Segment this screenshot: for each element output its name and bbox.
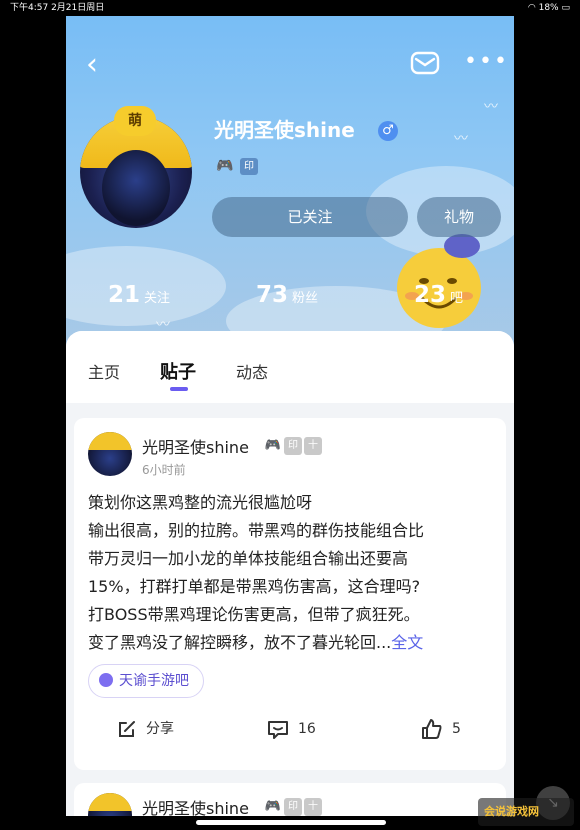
chevron-left-icon: ‹ xyxy=(86,47,98,82)
share-button[interactable]: 分享 xyxy=(116,718,174,748)
forum-planet-icon xyxy=(99,672,113,687)
post-body[interactable]: 输出很高，别的拉胯。带黑鸡的群伤技能组合比 带万灵归一加小龙的单体技能组合输出还… xyxy=(88,517,498,657)
share-icon xyxy=(119,721,135,737)
stat-value: 73 xyxy=(256,282,289,308)
share-label: 分享 xyxy=(146,721,174,737)
like-count: 5 xyxy=(452,721,461,737)
comment-button[interactable]: 16 xyxy=(266,718,316,748)
stat-label: 粉丝 xyxy=(292,291,319,306)
post-body-line: 输出很高，别的拉胯。带黑鸡的群伤技能组合比 xyxy=(88,521,425,540)
active-tab-indicator xyxy=(170,387,188,391)
stat-label: 关注 xyxy=(144,291,171,306)
post-card[interactable]: 光明圣使shine 🎮印十 01-11 xyxy=(74,783,506,816)
watermark-logo: 会说游戏网 xyxy=(478,798,574,826)
stat-forums[interactable]: 23 吧 xyxy=(414,282,463,308)
battery-icon: ▭ xyxy=(561,3,570,13)
tab-home[interactable]: 主页 xyxy=(88,359,120,383)
wifi-icon: ◠ xyxy=(527,3,539,13)
post-title[interactable]: 策划你这黑鸡整的流光很尴尬呀 xyxy=(88,489,312,517)
gamepad-badge-icon: 🎮 xyxy=(216,158,234,174)
forum-tag[interactable]: 天谕手游吧 xyxy=(88,664,204,698)
status-time: 下午4:57 2月21日周日 xyxy=(10,3,105,13)
post-body-line-last: 变了黑鸡没了解控瞬移，放不了暮光轮回...全文 xyxy=(88,629,498,657)
post-card[interactable]: 光明圣使shine 🎮 印十 6小时前 策划你这黑鸡整的流光很尴尬呀 输出很高，别… xyxy=(74,418,506,770)
comment-icon xyxy=(268,721,288,739)
content-panel: 主页 贴子 动态 光明圣使shine 🎮 印十 6小时前 策划你这黑鸡整的流光很尴… xyxy=(66,331,514,816)
gamepad-badge-icon: 🎮 xyxy=(264,798,282,814)
followed-button[interactable]: 已关注 xyxy=(212,197,408,237)
profile-username: 光明圣使shine xyxy=(214,118,355,142)
mascot-illustration xyxy=(397,234,481,328)
avatar-frame xyxy=(88,793,132,811)
yin-badge: 印 xyxy=(284,797,302,816)
bird-decoration: 〰 xyxy=(454,131,468,147)
stat-fans[interactable]: 73 粉丝 xyxy=(256,282,318,308)
gift-button[interactable]: 礼物 xyxy=(417,197,501,237)
more-icon: ••• xyxy=(464,49,509,74)
read-more-link[interactable]: 全文 xyxy=(391,633,423,652)
thumbs-up-icon xyxy=(422,719,442,739)
post-author-avatar[interactable] xyxy=(88,793,132,816)
battery-percent: 18% xyxy=(538,3,559,13)
profile-header: 〰 〰 〰 ‹ ••• 萌 光明圣使shine ♂ 🎮 印 已关注 礼物 21 … xyxy=(66,16,514,356)
stat-label: 吧 xyxy=(450,291,464,306)
profile-screen: 〰 〰 〰 ‹ ••• 萌 光明圣使shine ♂ 🎮 印 已关注 礼物 21 … xyxy=(66,16,514,816)
gender-male-icon: ♂ xyxy=(378,121,398,141)
message-button[interactable] xyxy=(410,50,440,76)
forum-name: 天谕手游吧 xyxy=(119,673,189,689)
yin-badge: 印 xyxy=(284,436,302,455)
gamepad-badge-icon: 🎮 xyxy=(264,437,282,453)
avatar-frame xyxy=(88,432,132,450)
yin-badge: 印 xyxy=(240,158,258,175)
post-body-line: 带万灵归一加小龙的单体技能组合输出还要高 xyxy=(88,549,409,568)
comment-count: 16 xyxy=(298,721,316,737)
post-author-name[interactable]: 光明圣使shine xyxy=(142,434,249,458)
tab-activity[interactable]: 动态 xyxy=(236,359,268,383)
post-body-line: 打BOSS带黑鸡理论伤害更高，但带了疯狂死。 xyxy=(88,605,420,624)
post-time: 6小时前 xyxy=(142,463,186,477)
post-author-name[interactable]: 光明圣使shine xyxy=(142,795,249,816)
level-badge: 十 xyxy=(304,797,322,816)
tab-posts[interactable]: 贴子 xyxy=(160,358,196,384)
post-body-line: 变了黑鸡没了解控瞬移，放不了暮光轮回... xyxy=(88,633,392,652)
stat-following[interactable]: 21 关注 xyxy=(108,282,170,308)
tab-bar: 主页 贴子 动态 xyxy=(66,331,514,403)
post-author-badges: 🎮 印十 xyxy=(264,796,324,816)
bird-decoration: 〰 xyxy=(484,99,498,115)
back-button[interactable]: ‹ xyxy=(86,50,110,80)
level-badge: 十 xyxy=(304,436,322,455)
stat-value: 21 xyxy=(108,282,141,308)
post-author-badges: 🎮 印十 xyxy=(264,435,324,455)
mail-icon xyxy=(410,51,440,75)
post-author-avatar[interactable] xyxy=(88,432,132,476)
avatar-image xyxy=(102,150,170,226)
stat-value: 23 xyxy=(414,282,447,308)
home-indicator[interactable] xyxy=(196,820,386,825)
battery-indicator: ◠ 18% ▭ xyxy=(528,0,570,16)
post-body-line: 15%，打群打单都是带黑鸡伤害高，这合理吗? xyxy=(88,577,421,596)
avatar-frame-badge: 萌 xyxy=(114,106,156,136)
like-button[interactable]: 5 xyxy=(420,718,461,748)
more-button[interactable]: ••• xyxy=(464,51,507,74)
status-bar: 下午4:57 2月21日周日 ◠ 18% ▭ xyxy=(0,0,580,16)
